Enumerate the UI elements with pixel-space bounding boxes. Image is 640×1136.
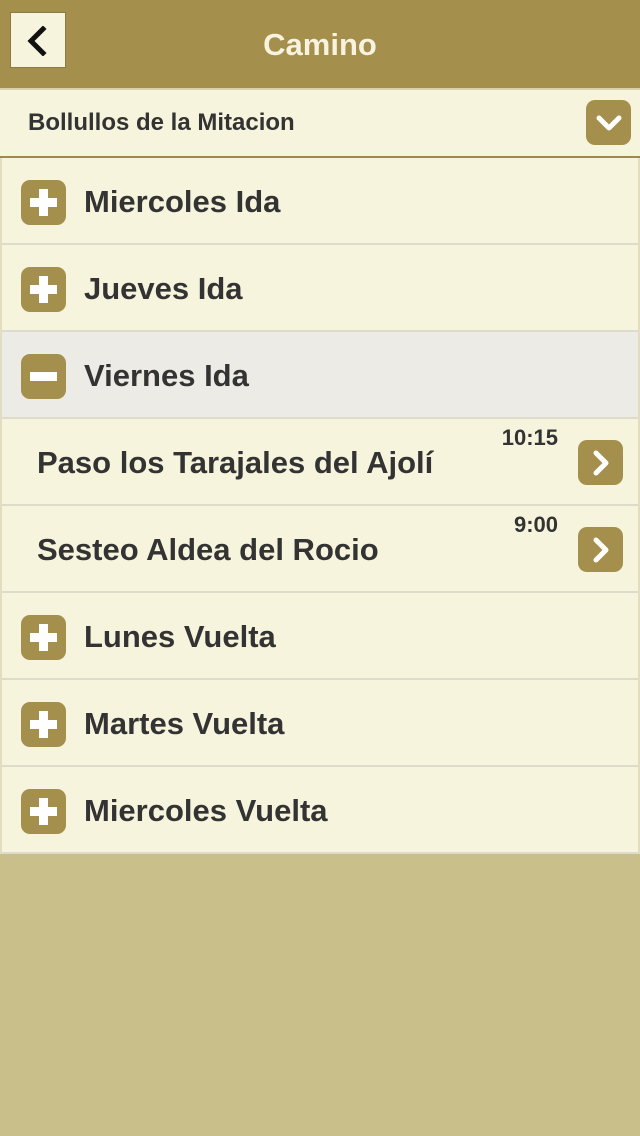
day-row-viernes-ida[interactable]: Viernes Ida [2,332,638,419]
location-selector[interactable]: Bollullos de la Mitacion [0,88,640,158]
plus-icon [30,624,57,651]
chevron-down-icon [596,115,622,131]
plus-icon [30,798,57,825]
dropdown-button[interactable] [586,100,631,145]
day-row-lunes-vuelta[interactable]: Lunes Vuelta [2,593,638,680]
expand-button[interactable] [21,789,66,834]
day-row-martes-vuelta[interactable]: Martes Vuelta [2,680,638,767]
stop-label: Paso los Tarajales del Ajolí [37,445,434,480]
stop-row[interactable]: Paso los Tarajales del Ajolí 10:15 [2,419,638,506]
nav-bar: Camino [0,0,640,88]
detail-button[interactable] [578,440,623,485]
expand-button[interactable] [21,702,66,747]
day-label: Martes Vuelta [84,706,285,741]
detail-button[interactable] [578,527,623,572]
day-row-jueves-ida[interactable]: Jueves Ida [2,245,638,332]
plus-icon [30,276,57,303]
collapse-button[interactable] [21,354,66,399]
day-label: Viernes Ida [84,358,249,393]
day-label: Lunes Vuelta [84,619,276,654]
stop-row[interactable]: Sesteo Aldea del Rocio 9:00 [2,506,638,593]
plus-icon [30,711,57,738]
stop-label: Sesteo Aldea del Rocio [37,532,379,567]
expand-button[interactable] [21,267,66,312]
expand-button[interactable] [21,615,66,660]
minus-icon [30,372,57,381]
expand-button[interactable] [21,180,66,225]
day-label: Jueves Ida [84,271,243,306]
plus-icon [30,189,57,216]
selector-value: Bollullos de la Mitacion [28,109,295,136]
day-row-miercoles-ida[interactable]: Miercoles Ida [2,158,638,245]
day-label: Miercoles Ida [84,184,281,219]
day-row-miercoles-vuelta[interactable]: Miercoles Vuelta [2,767,638,854]
day-label: Miercoles Vuelta [84,793,328,828]
day-list: Miercoles Ida Jueves Ida Viernes Ida Pas… [0,158,640,854]
stop-time: 10:15 [501,425,558,450]
chevron-right-icon [593,537,609,563]
chevron-right-icon [593,450,609,476]
page-title: Camino [263,27,377,62]
stop-time: 9:00 [513,512,558,537]
